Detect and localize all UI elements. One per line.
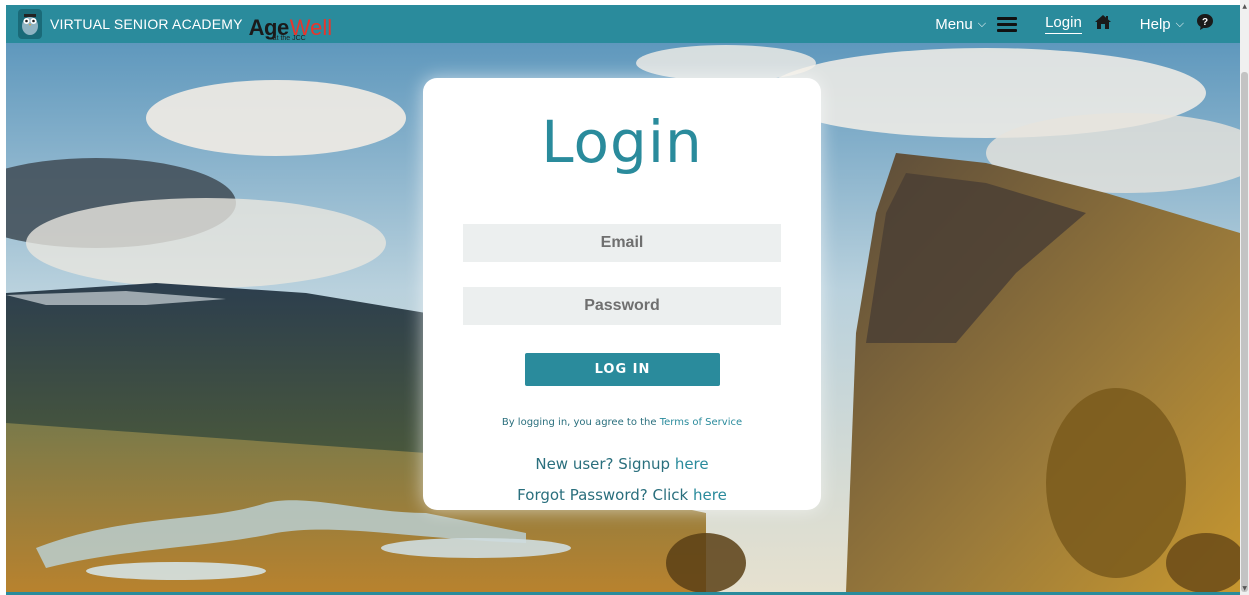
brand-name: VIRTUAL SENIOR ACADEMY: [50, 16, 243, 32]
nav-login-link[interactable]: Login: [1045, 14, 1082, 34]
logo-subtitle: at the JCC: [272, 35, 306, 42]
nav-menu-label: Menu: [935, 15, 973, 33]
nav-login-label: Login: [1045, 14, 1082, 31]
terms-notice: By logging in, you agree to the Terms of…: [423, 417, 821, 428]
top-navbar: VIRTUAL SENIOR ACADEMY Age Well at the J…: [6, 5, 1240, 43]
nav-menu-dropdown[interactable]: Menu ⌵: [935, 15, 1018, 33]
login-card: Login LOG IN By logging in, you agree to…: [423, 78, 821, 510]
signup-link[interactable]: here: [675, 455, 709, 473]
hamburger-icon[interactable]: [997, 16, 1018, 32]
owl-logo-icon: [18, 9, 42, 39]
password-field[interactable]: [463, 287, 781, 325]
chevron-down-icon: ⌵: [1175, 17, 1184, 30]
terms-prefix: By logging in, you agree to the: [501, 417, 660, 428]
forgot-password-link[interactable]: here: [693, 486, 727, 504]
brand-link[interactable]: VIRTUAL SENIOR ACADEMY Age Well at the J…: [18, 9, 332, 43]
page-title: Login: [541, 108, 703, 176]
help-icon[interactable]: ?: [1196, 13, 1214, 35]
page-gutter: [0, 0, 6, 595]
terms-of-service-link[interactable]: Terms of Service: [660, 417, 742, 428]
nav-help-dropdown[interactable]: Help ⌵: [1140, 16, 1184, 33]
forgot-password-line: Forgot Password? Click here: [423, 486, 821, 504]
chevron-down-icon: ⌵: [977, 17, 987, 30]
svg-text:?: ?: [1202, 17, 1208, 28]
scroll-down-icon[interactable]: ▼: [1242, 585, 1247, 592]
nav-links: Menu ⌵ Login Help ⌵ ?: [935, 5, 1240, 43]
home-icon[interactable]: [1094, 13, 1112, 35]
login-button[interactable]: LOG IN: [525, 353, 720, 386]
signup-line: New user? Signup here: [423, 455, 821, 473]
scrollbar-thumb[interactable]: [1241, 72, 1248, 592]
signup-prefix: New user? Signup: [535, 455, 675, 473]
scroll-up-icon[interactable]: ▲: [1242, 3, 1247, 10]
email-field[interactable]: [463, 224, 781, 262]
nav-help-label: Help: [1139, 15, 1171, 33]
forgot-prefix: Forgot Password? Click: [517, 486, 693, 504]
agewell-logo: Age Well at the JCC: [249, 9, 332, 43]
